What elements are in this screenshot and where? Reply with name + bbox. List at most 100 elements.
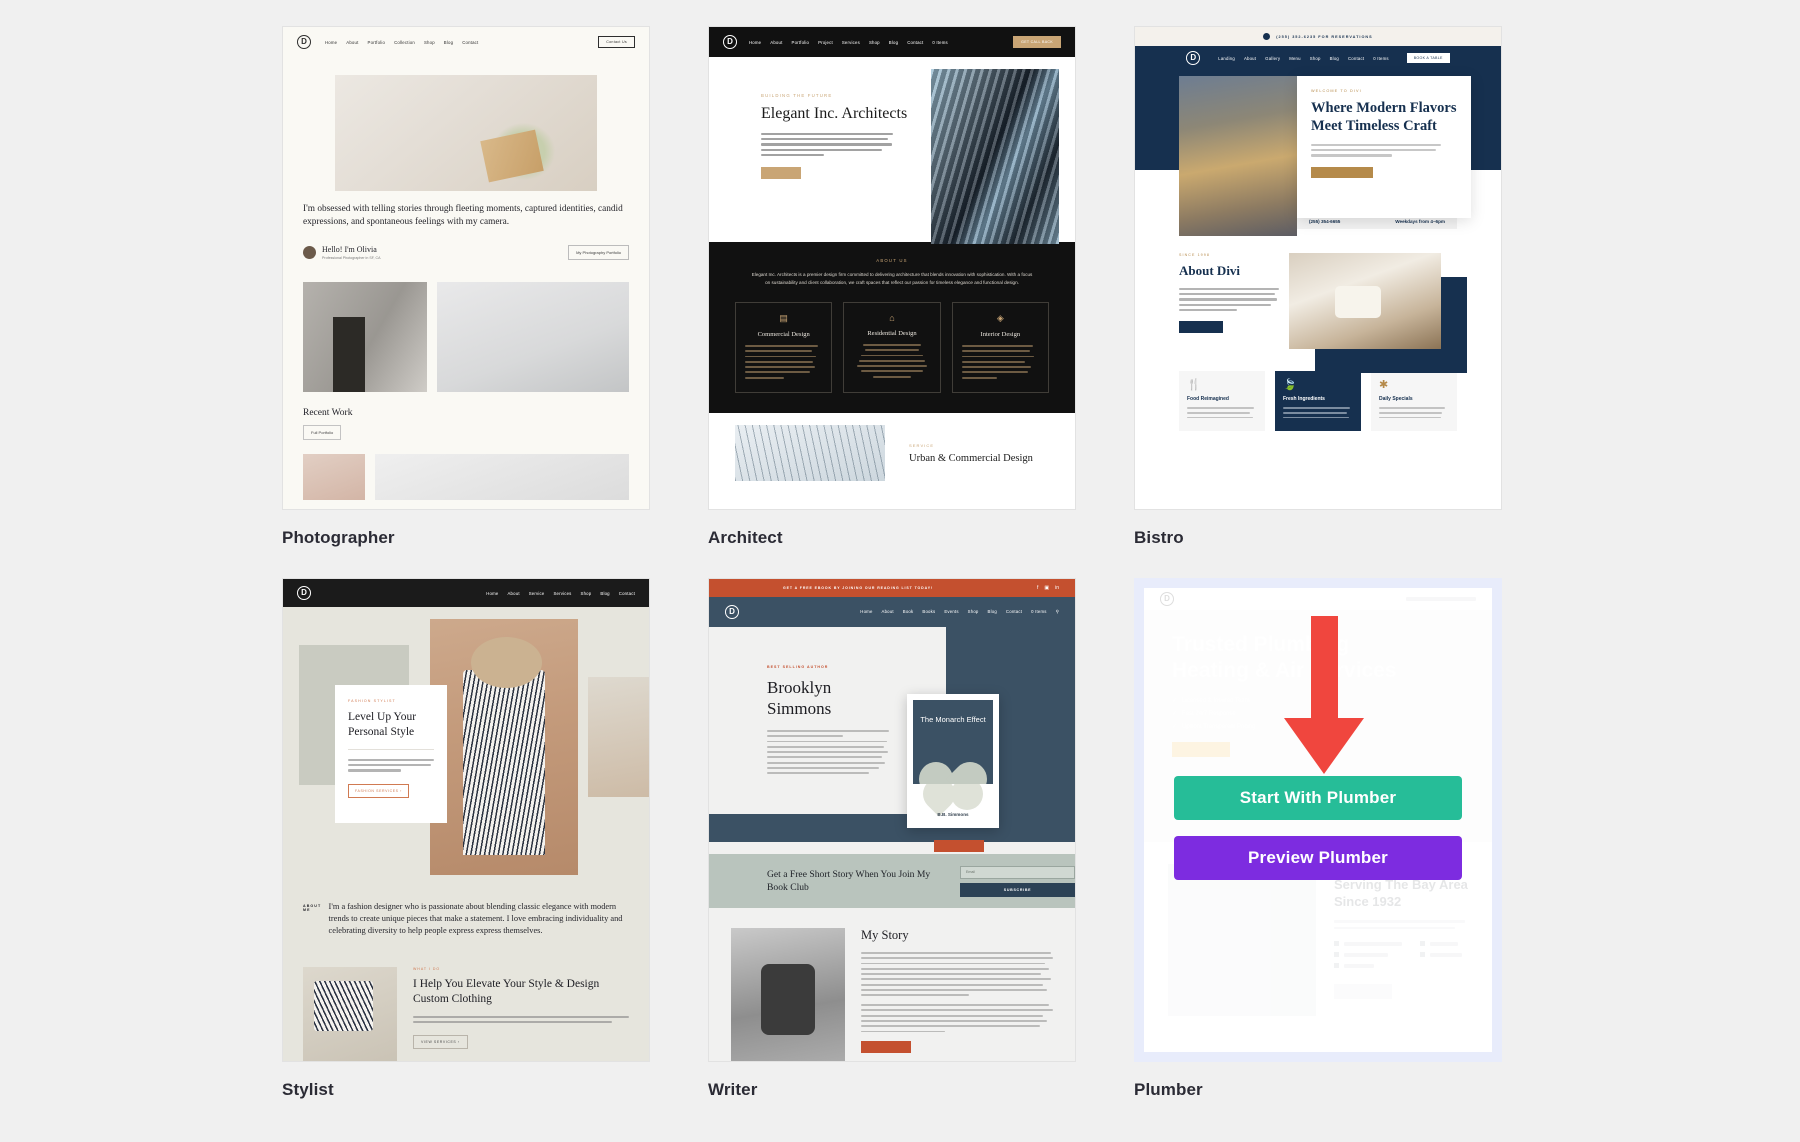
cart-item-count: 0 Items xyxy=(1373,55,1389,61)
feature-box: 🍃 Fresh Ingredients xyxy=(1275,371,1361,431)
about-paragraph xyxy=(1334,920,1468,930)
work-strip xyxy=(303,454,629,500)
phone-icon xyxy=(1263,33,1271,40)
preview-nav-links: Home About Portfolio Collection Shop Blo… xyxy=(325,40,478,45)
site-preview-writer: GET A FREE EBOOK BY JOINING OUR READING … xyxy=(709,579,1075,1061)
bullet-icon xyxy=(1420,952,1425,958)
divi-logo-icon: D xyxy=(725,605,739,619)
template-card-stylist[interactable]: D Home About Service Services Shop Blog … xyxy=(282,578,650,1100)
template-card-photographer[interactable]: D Home About Portfolio Collection Shop B… xyxy=(282,26,650,548)
learn-more-button xyxy=(1179,320,1223,333)
search-icon: ⚲ xyxy=(1055,609,1059,614)
nav-item: Blog xyxy=(1329,55,1339,61)
site-preview-bistro: (255) 352-6235 FOR RESERVATIONS D Landin… xyxy=(1135,27,1501,509)
fashion-photo-main xyxy=(430,619,578,875)
promo-text: GET A FREE EBOOK BY JOINING OUR READING … xyxy=(783,586,934,590)
layout-gallery: D Home About Portfolio Collection Shop B… xyxy=(0,0,1800,1100)
service-body xyxy=(853,344,930,378)
nav-item: Shop xyxy=(868,39,880,45)
preview-navbar: D Home About Service Services Shop Blog … xyxy=(283,579,649,607)
nav-item: Collection xyxy=(394,39,415,45)
template-preview-plumber[interactable]: D Trusted Plumbing Heating & Air Service… xyxy=(1134,578,1502,1062)
bridge-photo xyxy=(735,425,885,482)
hero-card: FASHION STYLIST Level Up Your Personal S… xyxy=(335,685,447,823)
template-card-plumber[interactable]: D Trusted Plumbing Heating & Air Service… xyxy=(1134,578,1502,1100)
about-list-label xyxy=(1344,941,1402,946)
footer-text: SERVICE Urban & Commercial Design xyxy=(909,443,1033,464)
card-label-bistro: Bistro xyxy=(1134,528,1184,547)
template-preview-photographer[interactable]: D Home About Portfolio Collection Shop B… xyxy=(282,26,650,510)
about-list-label xyxy=(1430,941,1458,946)
template-preview-architect[interactable]: D Home About Portfolio Project Services … xyxy=(708,26,1076,510)
about-list-item xyxy=(1334,963,1402,969)
preview-nav-links: Home About Service Services Shop Blog Co… xyxy=(486,591,635,596)
divi-logo-icon: D xyxy=(1186,51,1201,65)
card-label-writer: Writer xyxy=(708,1080,758,1099)
nav-item: Contact xyxy=(618,590,635,596)
nav-item: About xyxy=(881,609,894,614)
check-icon: ✓ xyxy=(1172,711,1178,717)
feature-title: Food Reimagined xyxy=(1187,396,1229,402)
fashion-photo-side xyxy=(588,677,649,797)
bullet-icon xyxy=(1420,941,1425,947)
author-name: Hello! I'm Olivia xyxy=(322,245,377,254)
hero-text: BEST SELLING AUTHOR Brooklyn Simmons xyxy=(709,627,889,775)
hero-paragraph xyxy=(1311,144,1441,157)
hero-title: Level Up Your Personal Style xyxy=(348,710,434,750)
about-list-item xyxy=(1420,952,1468,958)
template-preview-bistro[interactable]: (255) 352-6235 FOR RESERVATIONS D Landin… xyxy=(1134,26,1502,510)
asterisk-icon: ✱ xyxy=(1379,379,1389,391)
nav-item: Shop xyxy=(423,39,435,45)
services-title: I Help You Elevate Your Style & Design C… xyxy=(413,978,600,1005)
available-now-button xyxy=(934,840,984,852)
about-list-item xyxy=(1420,941,1468,947)
service-title: Interior Design xyxy=(980,331,1021,338)
services-text: WHAT I DO I Help You Elevate Your Style … xyxy=(413,967,629,1061)
nav-item: Portfolio xyxy=(791,39,810,45)
author-photo xyxy=(731,928,845,1061)
subscribe-button: SUBSCRIBE xyxy=(960,882,1075,897)
hero-paragraph xyxy=(348,759,434,772)
nav-item: Menu xyxy=(1289,55,1301,61)
author-byline: Hello! I'm Olivia Professional Photograp… xyxy=(303,245,629,260)
check-icon: ✓ xyxy=(1172,698,1178,704)
template-preview-stylist[interactable]: D Home About Service Services Shop Blog … xyxy=(282,578,650,1062)
book-cover-bottom: B.B. Simmons xyxy=(913,784,993,820)
preview-navbar: D Landing About Gallery Menu Shop Blog C… xyxy=(1135,46,1501,70)
cart-item-count: 0 Items xyxy=(932,39,948,45)
template-card-writer[interactable]: GET A FREE EBOOK BY JOINING OUR READING … xyxy=(708,578,1076,1100)
instagram-icon: ▣ xyxy=(1044,585,1050,591)
service-box: ⌂ Residential Design xyxy=(843,302,941,394)
feature-body xyxy=(1283,407,1353,419)
template-card-bistro[interactable]: (255) 352-6235 FOR RESERVATIONS D Landin… xyxy=(1134,26,1502,548)
hero-list-label: Licensed & Insured Team xyxy=(1182,697,1250,704)
about-text: ABOUT Serving The Bay Area Since 1932 xyxy=(1334,864,1468,1016)
preview-plumber-button[interactable]: Preview Plumber xyxy=(1174,836,1462,880)
book-cover: The Monarch Effect B.B. Simmons xyxy=(907,694,999,828)
services-eyebrow: WHAT I DO xyxy=(413,967,441,971)
template-card-architect[interactable]: D Home About Portfolio Project Services … xyxy=(708,26,1076,548)
about-column-left xyxy=(1334,941,1402,974)
about-paragraph xyxy=(1179,288,1279,311)
hero-list-label: Fast 24/7 Response xyxy=(1182,710,1236,717)
service-body xyxy=(745,345,822,379)
feature-box: 🍴 Food Reimagined xyxy=(1179,371,1265,431)
hero-eyebrow: FASHION STYLIST xyxy=(348,699,396,703)
nav-item: About xyxy=(507,590,520,596)
recent-work-button: Full Portfolio xyxy=(303,425,342,440)
cart-item-count: 0 Items xyxy=(1031,609,1047,614)
service-boxes: ▤ Commercial Design ⌂ Residential Design… xyxy=(735,302,1049,394)
nav-contact-button: Contact Us xyxy=(598,36,635,48)
about-eyebrow: SINCE 1998 xyxy=(1179,253,1210,257)
template-preview-writer[interactable]: GET A FREE EBOOK BY JOINING OUR READING … xyxy=(708,578,1076,1062)
service-box: ▤ Commercial Design xyxy=(735,302,833,394)
story-section: My Story xyxy=(731,928,1053,1061)
commercial-design-icon: ▤ xyxy=(779,313,788,323)
story-paragraph-2 xyxy=(861,1004,1053,1033)
linkedin-icon: in xyxy=(1055,585,1059,591)
about-section: ABOUT ME I'm a fashion designer who is p… xyxy=(303,901,629,937)
nav-item: Contact xyxy=(462,39,479,45)
book-club-section: Get a Free Short Story When You Join My … xyxy=(709,854,1075,908)
start-with-plumber-button[interactable]: Start With Plumber xyxy=(1174,776,1462,820)
story-text: My Story xyxy=(861,928,1053,1061)
